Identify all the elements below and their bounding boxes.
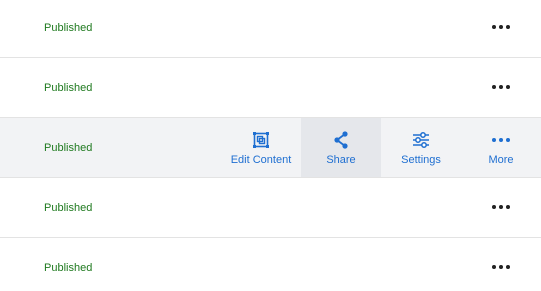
status-label: Published [44,81,93,94]
settings-label: Settings [401,153,441,166]
ellipsis-icon [492,265,510,269]
status-label: Published [44,201,93,214]
share-button[interactable]: Share [301,118,381,177]
share-icon [333,130,349,150]
more-label: More [488,153,514,166]
share-label: Share [326,153,356,166]
edit-content-label: Edit Content [230,153,292,166]
settings-sliders-icon [412,130,430,150]
list-item-hovered[interactable]: Published Edit Content Share Settings Mo… [0,118,541,178]
more-options-button[interactable] [489,17,513,37]
edit-content-button[interactable]: Edit Content [221,118,301,177]
status-label: Published [44,21,93,34]
list-item[interactable]: Published [0,238,541,291]
status-label: Published [44,141,93,154]
ellipsis-icon [492,24,510,29]
row-actions: Edit Content Share Settings More [221,118,541,177]
edit-content-icon [252,130,270,150]
more-options-button[interactable] [489,197,513,217]
status-label: Published [44,262,93,274]
more-button[interactable]: More [461,118,541,177]
content-list: Published Published Published Edit Conte… [0,0,541,291]
ellipsis-icon [492,130,510,150]
list-item[interactable]: Published [0,0,541,58]
more-options-button[interactable] [489,77,513,97]
list-item[interactable]: Published [0,178,541,238]
settings-button[interactable]: Settings [381,118,461,177]
list-item[interactable]: Published [0,58,541,118]
ellipsis-icon [492,84,510,89]
ellipsis-icon [492,204,510,209]
more-options-button[interactable] [489,257,513,277]
